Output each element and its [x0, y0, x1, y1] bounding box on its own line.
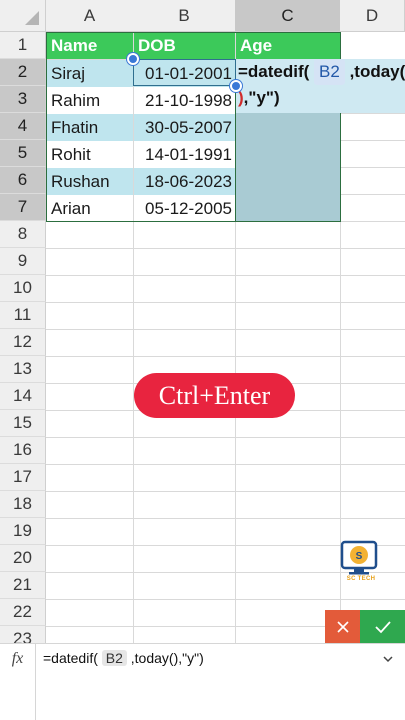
cell-b4[interactable]: 30-05-2007	[134, 114, 235, 141]
cell-a2[interactable]: Siraj	[47, 60, 133, 87]
column-header-b[interactable]: B	[133, 0, 236, 32]
shortcut-pill: Ctrl+Enter	[134, 373, 295, 418]
cell-a3[interactable]: Rahim	[47, 87, 133, 114]
selection-handle-bottom[interactable]	[230, 80, 242, 92]
row-header[interactable]: 21	[0, 572, 46, 599]
row-header[interactable]: 20	[0, 545, 46, 572]
formula-text: =datedif(	[43, 650, 98, 666]
row-header[interactable]: 12	[0, 329, 46, 356]
fx-icon[interactable]: fx	[0, 644, 36, 720]
row-header[interactable]: 10	[0, 275, 46, 302]
row-header[interactable]: 9	[0, 248, 46, 275]
confirm-button[interactable]	[360, 610, 405, 643]
row-header[interactable]: 17	[0, 464, 46, 491]
editor-text: =datedif(	[238, 62, 310, 81]
chevron-down-icon[interactable]	[381, 652, 395, 666]
row-header[interactable]: 2	[0, 59, 46, 86]
spreadsheet-grid[interactable]: A B C D 1 2 3 4 5 6 7 8 9 10 11 12 13 14…	[0, 0, 405, 643]
svg-text:S: S	[356, 551, 363, 562]
row-header[interactable]: 14	[0, 383, 46, 410]
cell-b5[interactable]: 14-01-1991	[134, 141, 235, 168]
cell-c1[interactable]: Age	[236, 32, 340, 59]
cell-a1[interactable]: Name	[47, 32, 133, 59]
cell-b3[interactable]: 21-10-1998	[134, 87, 235, 114]
check-icon	[374, 620, 391, 633]
row-header[interactable]: 15	[0, 410, 46, 437]
row-header[interactable]: 22	[0, 599, 46, 626]
editor-ref-chip: B2	[314, 59, 345, 85]
cell-b6[interactable]: 18-06-2023	[134, 168, 235, 195]
row-header[interactable]: 8	[0, 221, 46, 248]
row-header[interactable]: 16	[0, 437, 46, 464]
formula-bar: fx =datedif( B2 ,today(),"y")	[0, 643, 405, 720]
select-all-corner[interactable]	[0, 0, 46, 32]
row-header[interactable]: 23	[0, 626, 46, 643]
row-header[interactable]: 13	[0, 356, 46, 383]
row-header[interactable]: 19	[0, 518, 46, 545]
close-icon	[336, 620, 349, 633]
editor-text: ,today(	[349, 62, 405, 81]
row-header[interactable]: 4	[0, 113, 46, 140]
formula-ref-chip: B2	[101, 650, 127, 666]
row-header[interactable]: 7	[0, 194, 46, 221]
row-header[interactable]: 11	[0, 302, 46, 329]
cell-a4[interactable]: Fhatin	[47, 114, 133, 141]
select-all-icon	[25, 11, 39, 25]
column-header-d[interactable]: D	[340, 0, 405, 32]
cell-a7[interactable]: Arian	[47, 195, 133, 222]
cell-b7[interactable]: 05-12-2005	[134, 195, 235, 222]
formula-input[interactable]: =datedif( B2 ,today(),"y")	[43, 650, 204, 666]
column-header-c[interactable]: C	[235, 0, 341, 32]
row-header[interactable]: 3	[0, 86, 46, 113]
cell-b1[interactable]: DOB	[134, 32, 235, 59]
cancel-button[interactable]	[325, 610, 360, 643]
selection-handle-top[interactable]	[127, 53, 139, 65]
cell-a6[interactable]: Rushan	[47, 168, 133, 195]
cell-a5[interactable]: Rohit	[47, 141, 133, 168]
editor-text: ,"y")	[243, 88, 280, 107]
row-header[interactable]: 5	[0, 140, 46, 167]
in-cell-editor[interactable]: =datedif( B2 ,today( ),"y")	[236, 59, 405, 113]
referenced-cell-b2	[133, 59, 236, 86]
row-header[interactable]: 6	[0, 167, 46, 194]
column-header-a[interactable]: A	[46, 0, 134, 32]
logo-text: SC TECH	[346, 576, 376, 582]
row-header[interactable]: 1	[0, 32, 46, 59]
formula-text: ,today(),"y")	[130, 650, 204, 666]
row-header[interactable]: 18	[0, 491, 46, 518]
